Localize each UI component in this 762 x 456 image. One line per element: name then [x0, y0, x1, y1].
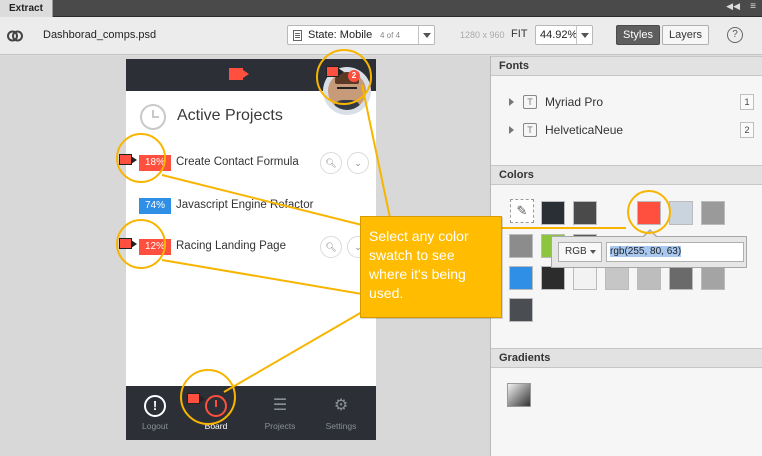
file-name: Dashborad_comps.psd [43, 29, 157, 41]
extract-tab[interactable]: Extract [0, 0, 53, 17]
color-marker-icon [187, 393, 205, 404]
creative-cloud-icon[interactable] [6, 27, 24, 45]
font-name: HelveticaNeue [545, 123, 624, 137]
dimensions-label: 1280 x 960 [460, 30, 505, 40]
color-swatch[interactable] [669, 201, 693, 225]
color-mode-select[interactable]: RGB [558, 242, 602, 262]
color-value-text: rgb(255, 80, 63) [610, 246, 682, 257]
eyedropper-icon[interactable]: ✎ [510, 199, 534, 223]
font-icon: T [523, 123, 537, 137]
color-swatch[interactable] [541, 201, 565, 225]
fonts-section: T Myriad Pro 1 T HelveticaNeue 2 [491, 76, 762, 165]
gear-icon: ⚙ [333, 397, 349, 414]
color-swatch[interactable] [573, 201, 597, 225]
colors-header[interactable]: Colors [491, 165, 762, 185]
tab-label: Projects [264, 421, 296, 431]
mockup-tabbar: ! Logout Board ☰ Projects ⚙ Settings [126, 386, 376, 440]
color-marker-icon [119, 238, 137, 249]
expand-arrow-icon[interactable] [509, 126, 514, 134]
collapse-icon[interactable]: ◀◀ [726, 1, 740, 12]
chevron-down-icon[interactable] [418, 26, 434, 44]
search-icon[interactable]: 🔍︎ [320, 152, 342, 174]
document-icon [293, 30, 302, 41]
color-swatch[interactable] [509, 266, 533, 290]
color-swatch[interactable] [701, 201, 725, 225]
gradients-header[interactable]: Gradients [491, 348, 762, 368]
expand-arrow-icon[interactable] [509, 98, 514, 106]
panel-titlebar: Extract ◀◀ ≡ [0, 0, 762, 17]
styles-panel: Fonts T Myriad Pro 1 T HelveticaNeue 2 C… [490, 56, 762, 456]
tab-label: Logout [142, 421, 168, 431]
clock-icon [140, 104, 166, 130]
project-title: Racing Landing Page [176, 240, 286, 252]
layers-button[interactable]: Layers [662, 25, 710, 45]
selected-swatch-ring [627, 190, 671, 234]
page-title: Active Projects [177, 107, 283, 124]
panel-menu-icon[interactable]: ≡ [750, 1, 756, 12]
color-swatch[interactable] [637, 266, 661, 290]
color-value-field[interactable]: rgb(255, 80, 63) [606, 242, 744, 262]
font-count: 1 [740, 94, 754, 110]
tab-projects[interactable]: ☰ Projects [257, 395, 303, 431]
chevron-down-icon[interactable] [576, 26, 592, 44]
color-swatch[interactable] [669, 266, 693, 290]
progress-badge: 74% [139, 198, 171, 214]
color-swatch[interactable] [701, 266, 725, 290]
tab-logout[interactable]: ! Logout [132, 395, 178, 431]
color-swatch[interactable] [509, 298, 533, 322]
project-row[interactable]: 74% Javascript Engine Refactor [126, 194, 376, 222]
search-icon[interactable]: 🔍︎ [320, 236, 342, 258]
projects-icon: ☰ [272, 397, 288, 414]
fit-button[interactable]: FIT [511, 28, 528, 40]
color-value-popup: RGB rgb(255, 80, 63) [551, 229, 747, 268]
state-select[interactable]: State: Mobile 4 of 4 [287, 25, 435, 45]
font-item[interactable]: T HelveticaNeue 2 [509, 122, 754, 140]
gradients-section [491, 368, 762, 456]
color-marker-icon [326, 66, 344, 77]
tooltip-callout: Select any color swatch to see where it'… [360, 216, 502, 318]
help-button[interactable]: ? [727, 27, 743, 43]
zoom-input[interactable] [536, 26, 577, 44]
font-icon: T [523, 95, 537, 109]
color-marker-icon [119, 154, 137, 165]
gradient-swatch[interactable] [507, 383, 531, 407]
highlight-ring [316, 49, 372, 105]
project-title: Create Contact Formula [176, 156, 299, 168]
color-swatch[interactable] [509, 234, 533, 258]
state-label: State: Mobile [308, 29, 373, 41]
styles-button[interactable]: Styles [616, 25, 660, 45]
state-count: 4 of 4 [380, 31, 401, 40]
tab-label: Settings [325, 421, 357, 431]
fonts-header[interactable]: Fonts [491, 56, 762, 76]
color-swatch[interactable] [605, 266, 629, 290]
logo-icon[interactable] [229, 68, 249, 80]
color-swatch[interactable] [573, 266, 597, 290]
tab-settings[interactable]: ⚙ Settings [318, 395, 364, 431]
font-name: Myriad Pro [545, 95, 604, 109]
toolbar: Dashborad_comps.psd State: Mobile 4 of 4… [0, 17, 762, 55]
zoom-select[interactable] [535, 25, 593, 45]
font-item[interactable]: T Myriad Pro 1 [509, 94, 754, 112]
color-swatch[interactable] [541, 266, 565, 290]
chevron-down-icon[interactable]: ⌄ [347, 152, 369, 174]
font-count: 2 [740, 122, 754, 138]
logout-icon: ! [144, 395, 166, 417]
project-title: Javascript Engine Refactor [176, 199, 314, 211]
